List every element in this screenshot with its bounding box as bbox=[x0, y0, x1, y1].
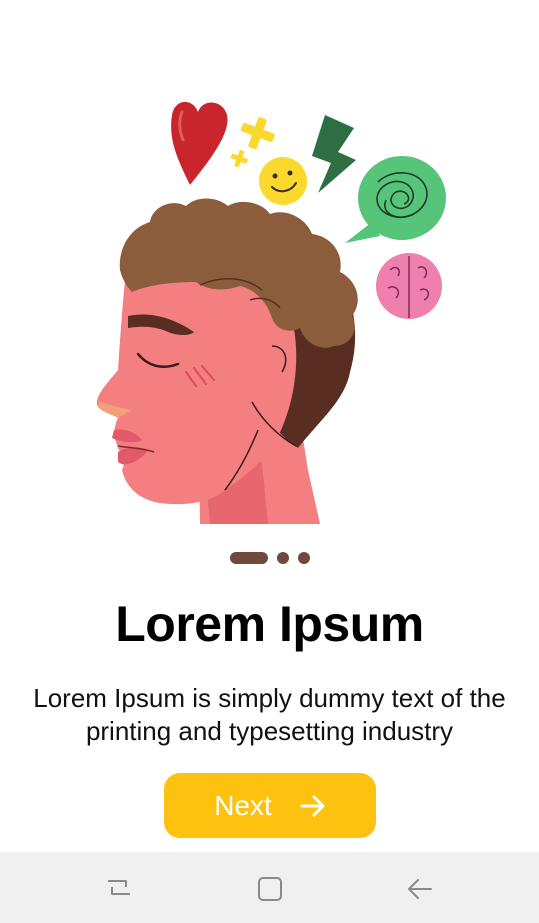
onboarding-screen: Lorem Ipsum Lorem Ipsum is simply dummy … bbox=[0, 0, 539, 923]
plus-sparkle-icon bbox=[230, 117, 275, 168]
page-indicator[interactable] bbox=[276, 552, 289, 564]
page-indicator-active[interactable] bbox=[229, 552, 268, 564]
onboarding-title: Lorem Ipsum bbox=[115, 596, 424, 652]
tangled-speech-bubble-icon bbox=[345, 156, 446, 243]
lightning-icon bbox=[312, 115, 356, 193]
smiley-icon bbox=[259, 157, 307, 205]
recent-apps-icon[interactable] bbox=[104, 874, 134, 904]
home-icon[interactable] bbox=[255, 874, 285, 904]
pagination-dots bbox=[0, 552, 539, 564]
back-icon[interactable] bbox=[405, 874, 435, 904]
next-button-label: Next bbox=[214, 789, 272, 821]
onboarding-description: Lorem Ipsum is simply dummy text of the … bbox=[33, 683, 506, 746]
arrow-right-icon bbox=[300, 794, 326, 818]
system-navigation-bar bbox=[0, 852, 539, 923]
next-button[interactable]: Next bbox=[164, 773, 376, 838]
brain-icon bbox=[376, 253, 442, 319]
page-indicator[interactable] bbox=[297, 552, 310, 564]
mental-health-head-illustration bbox=[96, 101, 446, 524]
heart-icon bbox=[171, 101, 228, 185]
